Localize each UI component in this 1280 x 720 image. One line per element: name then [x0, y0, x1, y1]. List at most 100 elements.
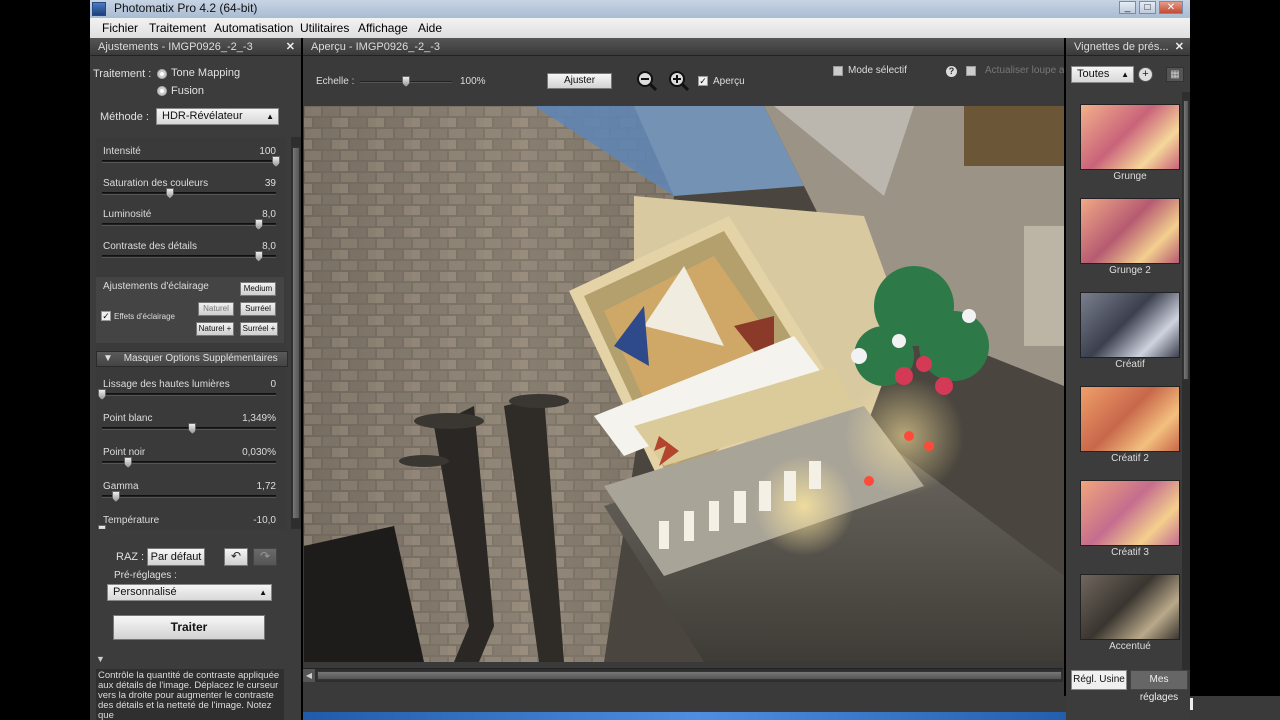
- preset-thumbnail-label: Grunge 2: [1109, 265, 1151, 276]
- tab-my-presets[interactable]: Mes réglages: [1130, 670, 1188, 703]
- preview-checkbox[interactable]: ✓: [698, 76, 708, 86]
- slider-thumb[interactable]: [254, 250, 263, 262]
- maximize-button[interactable]: □: [1139, 1, 1156, 14]
- zoom-in-icon[interactable]: [668, 70, 690, 92]
- lighting-effects-checkbox[interactable]: ✓: [101, 311, 111, 321]
- menu-fichier[interactable]: Fichier: [102, 21, 138, 35]
- slider-label: Contraste des détails: [103, 240, 197, 252]
- menu-aide[interactable]: Aide: [418, 21, 442, 35]
- medium-button[interactable]: Medium: [240, 282, 276, 296]
- slider-thumb[interactable]: [188, 423, 197, 434]
- preset-thumbnail-label: Accentué: [1109, 641, 1151, 652]
- menu-utilitaires[interactable]: Utilitaires: [300, 21, 349, 35]
- preview-image[interactable]: [304, 106, 1064, 662]
- preview-scroll-thumb[interactable]: [317, 671, 1062, 680]
- slider-thumb[interactable]: [111, 491, 120, 502]
- preview-toolbar: Echelle : 100% Ajuster ✓ Aperçu Mode sél…: [303, 56, 1064, 106]
- process-button[interactable]: Traiter: [113, 615, 265, 640]
- slider-track[interactable]: [102, 250, 276, 262]
- slider-label: Point noir: [103, 447, 146, 458]
- slider-track[interactable]: [102, 491, 276, 502]
- tone-mapping-label[interactable]: Tone Mapping: [171, 67, 240, 79]
- slider-thumb[interactable]: [272, 156, 280, 167]
- slider-area: Intensité 100 Saturation des couleurs 39 Lum…: [96, 137, 286, 529]
- slider-track[interactable]: [102, 187, 276, 199]
- zoom-out-icon[interactable]: [636, 70, 658, 92]
- preset-thumbnail[interactable]: [1080, 198, 1180, 264]
- help-icon[interactable]: ?: [946, 66, 957, 77]
- adjustments-panel-title: Ajustements - IMGP0926_-2_-3: [98, 41, 253, 53]
- thumbnails-scroll-thumb[interactable]: [1183, 100, 1189, 380]
- add-preset-icon[interactable]: +: [1138, 67, 1153, 82]
- slider-thumb[interactable]: [165, 187, 174, 199]
- slider-label: Gamma: [103, 481, 139, 492]
- close-icon[interactable]: ✕: [286, 40, 295, 53]
- thumbnails-scrollbar[interactable]: [1182, 92, 1190, 670]
- thumbnails-panel-header: Vignettes de prés... ✕: [1066, 38, 1190, 56]
- hdr-church-image: [304, 106, 1064, 662]
- slider-row: Lissage des hautes lumières 0: [96, 379, 286, 409]
- preset-thumbnail[interactable]: [1080, 104, 1180, 170]
- methode-label: Méthode :: [100, 111, 149, 123]
- menu-affichage[interactable]: Affichage: [358, 21, 408, 35]
- menu-automatisation[interactable]: Automatisation: [214, 21, 293, 35]
- adjustments-scroll-thumb[interactable]: [292, 147, 300, 519]
- preset-thumbnail[interactable]: [1080, 574, 1180, 640]
- tone-mapping-radio[interactable]: [157, 69, 167, 79]
- scroll-left-icon[interactable]: ◀: [303, 669, 315, 682]
- scale-slider-thumb[interactable]: [402, 76, 410, 87]
- more-options-toggle[interactable]: ▼ Masquer Options Supplémentaires: [96, 351, 288, 367]
- lighting-label: Ajustements d'éclairage: [103, 281, 209, 292]
- update-loupe-label[interactable]: Actualiser loupe a: [985, 65, 1064, 76]
- slider-row: Intensité 100: [96, 146, 286, 176]
- presets-select[interactable]: Personnalisé ▲: [107, 584, 272, 601]
- grid-view-icon[interactable]: ▦: [1166, 67, 1184, 82]
- selective-mode-label[interactable]: Mode sélectif: [848, 65, 907, 76]
- fit-button[interactable]: Ajuster: [547, 73, 612, 89]
- slider-thumb[interactable]: [124, 457, 133, 468]
- slider-track[interactable]: [102, 219, 276, 230]
- fusion-label[interactable]: Fusion: [171, 85, 204, 97]
- naturel-button[interactable]: Naturel: [198, 302, 234, 316]
- selective-mode-checkbox[interactable]: [833, 66, 843, 76]
- surreel-button[interactable]: Surréel: [240, 302, 276, 316]
- raz-label: RAZ :: [116, 551, 145, 563]
- adjustments-scrollbar[interactable]: [291, 137, 301, 529]
- slider-label: Saturation des couleurs: [103, 177, 209, 189]
- close-icon[interactable]: ✕: [1175, 40, 1184, 53]
- preset-thumbnail[interactable]: [1080, 386, 1180, 452]
- slider-track[interactable]: [98, 389, 276, 400]
- slider-track[interactable]: [102, 423, 276, 434]
- fusion-radio[interactable]: [157, 86, 167, 96]
- lighting-effects-label: Effets d'éclairage: [114, 312, 175, 321]
- slider-row: Gamma 1,72: [96, 481, 286, 511]
- more-options-label: Masquer Options Supplémentaires: [123, 353, 278, 364]
- slider-track[interactable]: [102, 156, 280, 167]
- slider-thumb[interactable]: [98, 525, 106, 529]
- preview-horizontal-scrollbar[interactable]: ◀: [303, 668, 1063, 682]
- presets-value: Personnalisé: [113, 586, 177, 598]
- slider-thumb[interactable]: [98, 389, 106, 400]
- close-button[interactable]: ✕: [1159, 1, 1183, 14]
- preset-thumbnail[interactable]: [1080, 480, 1180, 546]
- slider-thumb[interactable]: [254, 219, 263, 230]
- preview-checkbox-label[interactable]: Aperçu: [713, 76, 745, 87]
- default-button[interactable]: Par défaut: [147, 548, 205, 566]
- tab-factory-presets[interactable]: Régl. Usine: [1071, 670, 1127, 690]
- preset-thumbnail[interactable]: [1080, 292, 1180, 358]
- thumbnail-filter-select[interactable]: Toutes ▲: [1071, 66, 1134, 83]
- slider-value: 8,0: [262, 240, 276, 252]
- minimize-button[interactable]: _: [1119, 1, 1136, 14]
- methode-select[interactable]: HDR-Révélateur ▲: [156, 108, 279, 125]
- surreel-plus-button[interactable]: Surréel +: [240, 322, 278, 336]
- window-titlebar[interactable]: Photomatix Pro 4.2 (64-bit) _ □ ✕: [90, 0, 1190, 18]
- update-loupe-checkbox[interactable]: [966, 66, 976, 76]
- naturel-plus-button[interactable]: Naturel +: [196, 322, 234, 336]
- menu-traitement[interactable]: Traitement: [149, 21, 206, 35]
- redo-icon[interactable]: ↷: [253, 548, 277, 566]
- scale-slider[interactable]: [360, 76, 452, 87]
- select-arrow-icon: ▲: [259, 588, 267, 597]
- undo-icon[interactable]: ↶: [224, 548, 248, 566]
- help-collapse-icon[interactable]: ▼: [96, 654, 105, 664]
- slider-track[interactable]: [102, 457, 276, 468]
